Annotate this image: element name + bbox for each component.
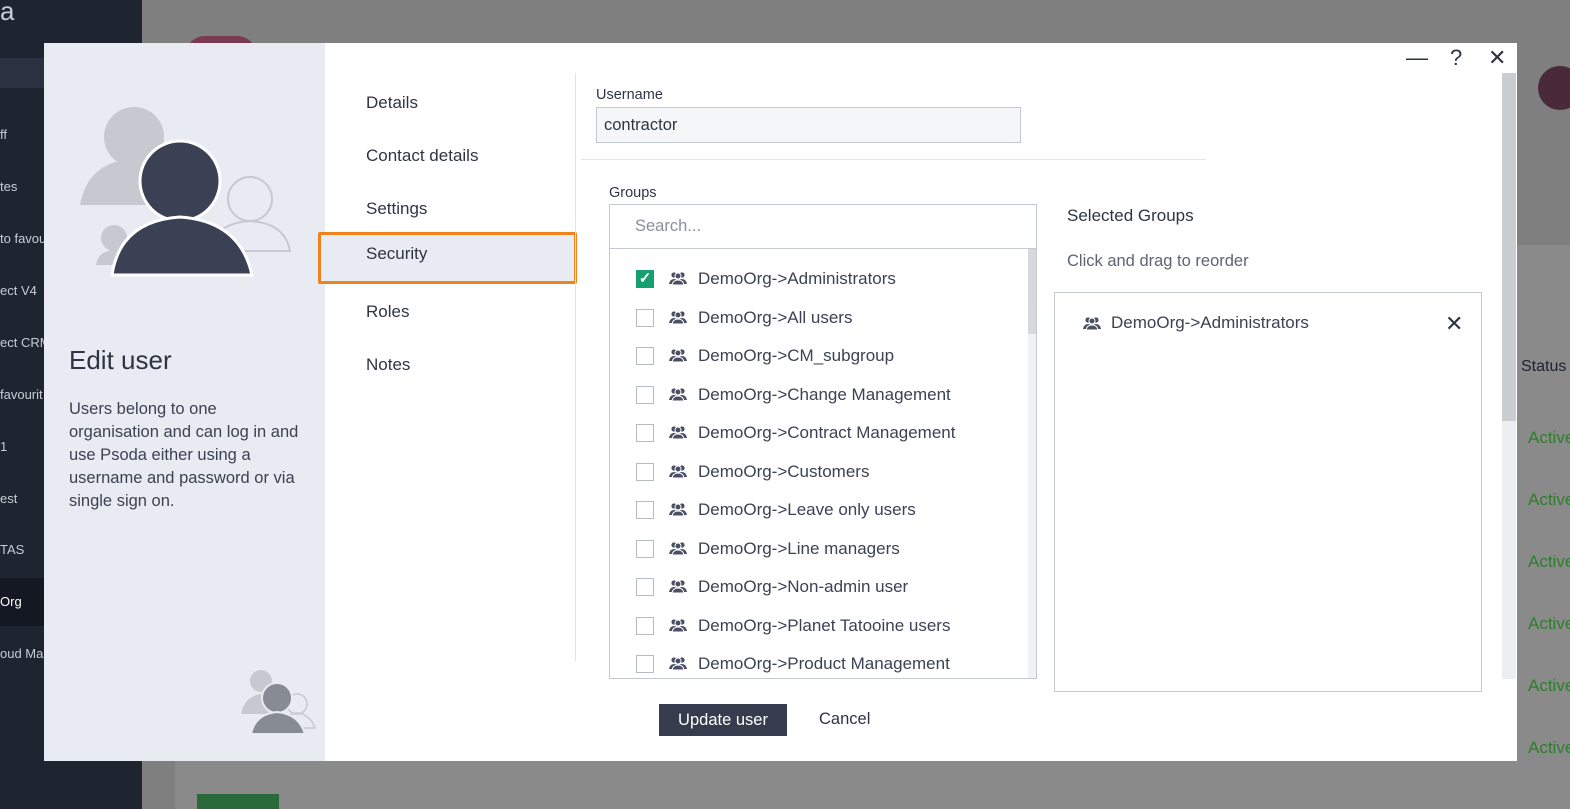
groups-label: Groups bbox=[609, 185, 657, 201]
selected-groups-title: Selected Groups bbox=[1067, 206, 1194, 225]
group-icon bbox=[669, 580, 687, 593]
group-icon bbox=[669, 310, 687, 324]
group-checkbox[interactable] bbox=[636, 539, 654, 558]
group-label: DemoOrg->All users bbox=[698, 307, 853, 327]
group-checkbox[interactable] bbox=[636, 578, 654, 596]
group-icon bbox=[669, 503, 687, 516]
remove-group-icon[interactable]: ✕ bbox=[1445, 313, 1463, 335]
group-checkbox[interactable]: ✓ bbox=[636, 270, 654, 288]
small-users-icon bbox=[241, 670, 317, 735]
group-checkbox[interactable] bbox=[636, 616, 654, 635]
group-label: DemoOrg->Non-admin user bbox=[698, 577, 909, 596]
group-label: DemoOrg->Product Management bbox=[698, 654, 950, 673]
selected-group-item[interactable]: DemoOrg->Administrators bbox=[1111, 313, 1309, 333]
status-cell: Active bbox=[1528, 490, 1570, 509]
status-column-header[interactable]: Status bbox=[1521, 358, 1566, 376]
sidebar-item[interactable]: ff bbox=[0, 127, 7, 142]
group-list-item[interactable]: DemoOrg->Leave only users bbox=[610, 492, 1020, 530]
nav-security-highlight bbox=[318, 232, 577, 284]
group-checkbox[interactable] bbox=[636, 385, 654, 404]
group-list-item[interactable]: DemoOrg->Planet Tatooine users bbox=[610, 608, 1020, 646]
app-logo: a bbox=[0, 0, 15, 26]
tab-notes[interactable]: Notes bbox=[366, 355, 410, 375]
group-label: DemoOrg->Change Management bbox=[698, 384, 951, 404]
group-list-item[interactable]: DemoOrg->Line managers bbox=[610, 531, 1020, 569]
group-checkbox[interactable] bbox=[636, 655, 654, 673]
sidebar-item[interactable]: oud Man bbox=[0, 646, 51, 661]
group-icon bbox=[669, 272, 687, 285]
group-icon bbox=[669, 618, 687, 632]
close-icon[interactable]: ✕ bbox=[1488, 45, 1506, 71]
group-list-item[interactable]: DemoOrg->Product Management bbox=[610, 646, 1020, 678]
group-icon bbox=[669, 387, 687, 401]
group-label: DemoOrg->Customers bbox=[698, 461, 870, 481]
dialog-description: Users belong to one organisation and can… bbox=[69, 400, 299, 510]
tab-security[interactable]: Security bbox=[366, 244, 427, 264]
group-checkbox[interactable] bbox=[636, 308, 654, 327]
group-checkbox[interactable] bbox=[636, 424, 654, 442]
selected-groups-hint: Click and drag to reorder bbox=[1067, 252, 1249, 270]
dialog-title: Edit user bbox=[69, 345, 172, 375]
group-icon bbox=[669, 426, 687, 439]
group-icon bbox=[669, 541, 687, 555]
groups-search-input[interactable] bbox=[609, 204, 1037, 249]
group-list-item[interactable]: DemoOrg->Non-admin user bbox=[610, 569, 1020, 607]
group-list-item[interactable]: DemoOrg->Contract Management bbox=[610, 415, 1020, 453]
group-icon bbox=[669, 464, 687, 478]
sidebar-item[interactable]: TAS bbox=[0, 542, 24, 557]
status-cell: Active bbox=[1528, 614, 1570, 633]
group-label: DemoOrg->Administrators bbox=[698, 269, 896, 288]
selected-groups-list: DemoOrg->Administrators ✕ bbox=[1054, 292, 1482, 692]
status-cell: Active bbox=[1528, 552, 1570, 571]
sidebar-item[interactable]: Org bbox=[0, 594, 22, 609]
help-icon[interactable]: ? bbox=[1450, 45, 1462, 71]
group-list-item[interactable]: DemoOrg->Change Management bbox=[610, 377, 1020, 415]
sidebar-item[interactable]: to favou bbox=[0, 231, 46, 246]
group-list-item[interactable]: DemoOrg->Customers bbox=[610, 454, 1020, 492]
dialog-scrollbar-thumb[interactable] bbox=[1502, 73, 1516, 421]
group-checkbox[interactable] bbox=[636, 501, 654, 519]
groups-scrollbar[interactable] bbox=[1028, 249, 1036, 678]
cancel-button[interactable]: Cancel bbox=[819, 710, 870, 729]
tab-contact-details[interactable]: Contact details bbox=[366, 146, 478, 166]
tab-settings[interactable]: Settings bbox=[366, 199, 427, 219]
status-cell: Active bbox=[1528, 428, 1570, 447]
username-label: Username bbox=[596, 87, 663, 103]
group-checkbox[interactable] bbox=[636, 347, 654, 365]
group-list-item[interactable]: ✓ DemoOrg->Administrators bbox=[610, 261, 1020, 299]
group-checkbox[interactable] bbox=[636, 462, 654, 481]
edit-user-dialog: Edit user Users belong to one organisati… bbox=[44, 43, 1517, 761]
update-user-button[interactable]: Update user bbox=[659, 704, 787, 736]
group-icon bbox=[1083, 317, 1101, 330]
status-cell: Active bbox=[1528, 676, 1570, 695]
tab-details[interactable]: Details bbox=[366, 93, 418, 113]
group-label: DemoOrg->Leave only users bbox=[698, 500, 916, 519]
section-divider bbox=[581, 159, 1206, 160]
sidebar-item[interactable]: ect V4 bbox=[0, 283, 37, 298]
groups-scrollbar-thumb[interactable] bbox=[1028, 249, 1036, 334]
group-list-item[interactable]: DemoOrg->All users bbox=[610, 300, 1020, 338]
add-button[interactable] bbox=[197, 794, 279, 809]
tab-roles[interactable]: Roles bbox=[366, 302, 409, 322]
username-field[interactable] bbox=[596, 107, 1021, 143]
groups-list: ✓ DemoOrg->Administrators DemoOrg->All use… bbox=[609, 249, 1037, 679]
dialog-info-panel: Edit user Users belong to one organisati… bbox=[44, 43, 325, 761]
group-label: DemoOrg->Line managers bbox=[698, 538, 900, 558]
group-label: DemoOrg->Planet Tatooine users bbox=[698, 615, 951, 635]
group-label: DemoOrg->CM_subgroup bbox=[698, 346, 895, 365]
sidebar-item[interactable]: est bbox=[0, 491, 17, 506]
minimize-icon[interactable]: — bbox=[1406, 45, 1428, 71]
group-icon bbox=[669, 657, 687, 670]
sidebar-item[interactable]: 1 bbox=[0, 439, 7, 454]
sidebar-item[interactable]: ect CRM bbox=[0, 335, 51, 350]
sidebar-item[interactable]: tes bbox=[0, 179, 17, 194]
group-label: DemoOrg->Contract Management bbox=[698, 423, 956, 442]
sidebar-item[interactable]: favourit bbox=[0, 387, 43, 402]
group-list-item[interactable]: DemoOrg->CM_subgroup bbox=[610, 338, 1020, 376]
status-cell: Active bbox=[1528, 738, 1570, 757]
group-icon bbox=[669, 349, 687, 362]
nav-divider bbox=[575, 73, 576, 661]
users-illustration-icon bbox=[80, 107, 292, 277]
